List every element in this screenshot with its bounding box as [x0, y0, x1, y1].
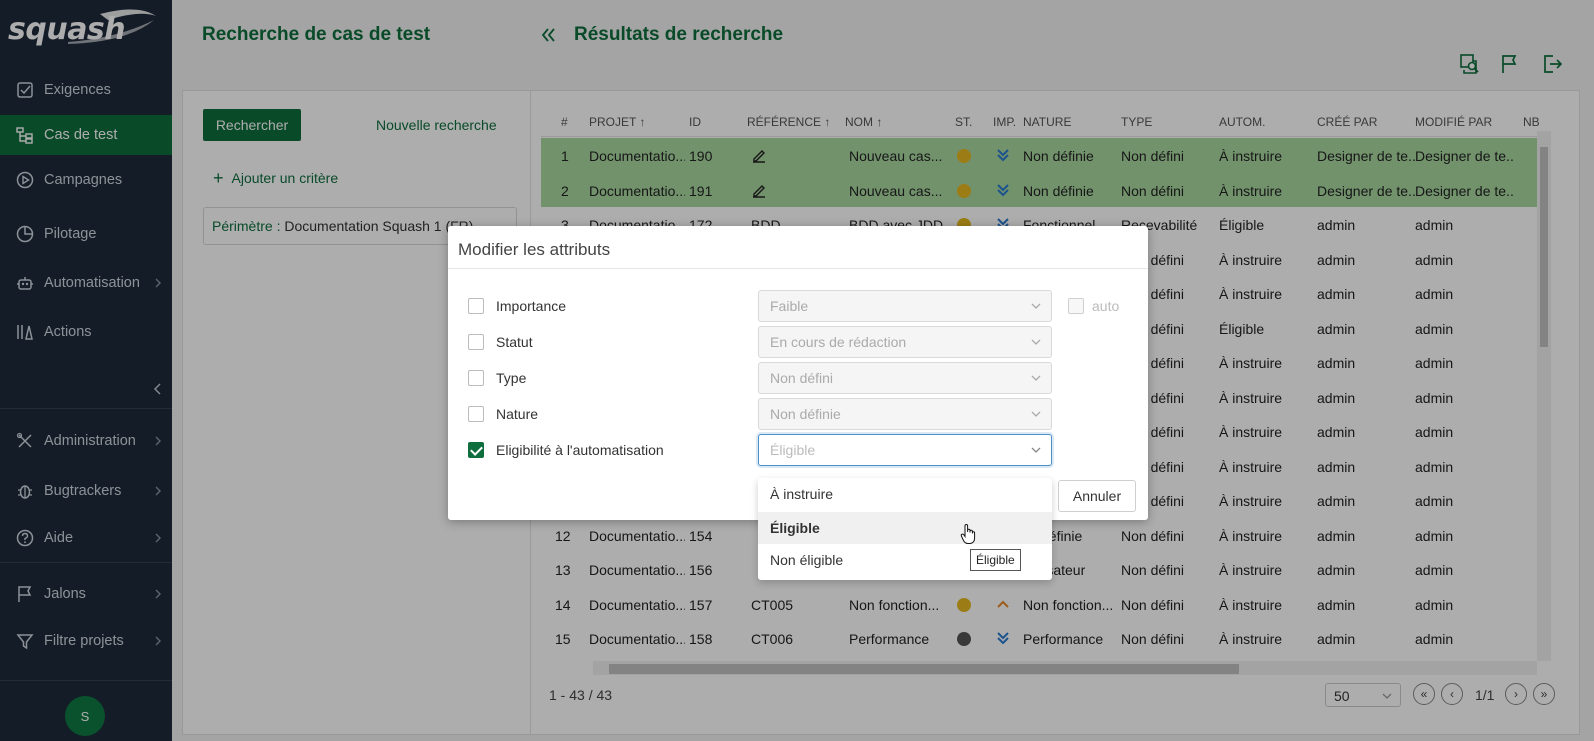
auto-label: auto: [1092, 298, 1120, 314]
field-eligibilite: Eligibilité à l'automatisation Éligible: [468, 434, 1108, 466]
chevron-down-icon: [1031, 447, 1041, 453]
importance-value: Faible: [770, 298, 809, 314]
modify-attributes-dialog: Modifier les attributs Importance Faible…: [448, 226, 1148, 520]
eligibilite-value: Éligible: [770, 442, 816, 458]
statut-label: Statut: [496, 334, 533, 350]
dialog-divider: [448, 268, 1148, 269]
option-a-instruire[interactable]: À instruire: [758, 478, 1052, 510]
type-select[interactable]: Non défini: [758, 362, 1052, 394]
statut-checkbox[interactable]: [468, 334, 484, 350]
eligibilite-select[interactable]: Éligible: [758, 434, 1052, 466]
field-statut: Statut En cours de rédaction: [468, 326, 1108, 358]
nature-value: Non définie: [770, 406, 841, 422]
nature-checkbox[interactable]: [468, 406, 484, 422]
chevron-down-icon: [1031, 339, 1041, 345]
field-nature: Nature Non définie: [468, 398, 1108, 430]
auto-checkbox[interactable]: [1068, 298, 1084, 314]
chevron-down-icon: [1031, 303, 1041, 309]
field-importance: Importance Faible auto: [468, 290, 1119, 322]
nature-select[interactable]: Non définie: [758, 398, 1052, 430]
field-type: Type Non défini: [468, 362, 1108, 394]
type-checkbox[interactable]: [468, 370, 484, 386]
statut-select[interactable]: En cours de rédaction: [758, 326, 1052, 358]
importance-checkbox[interactable]: [468, 298, 484, 314]
option-eligible[interactable]: Éligible: [758, 512, 1052, 544]
eligibilite-label: Eligibilité à l'automatisation: [496, 442, 664, 458]
importance-label: Importance: [496, 298, 567, 314]
type-value: Non défini: [770, 370, 834, 386]
eligibilite-checkbox[interactable]: [468, 442, 484, 458]
chevron-down-icon: [1031, 375, 1041, 381]
importance-select[interactable]: Faible: [758, 290, 1052, 322]
nature-label: Nature: [496, 406, 539, 422]
statut-value: En cours de rédaction: [770, 334, 907, 350]
chevron-down-icon: [1031, 411, 1041, 417]
dialog-title: Modifier les attributs: [458, 240, 611, 259]
hand-cursor-icon: [960, 523, 976, 544]
type-label: Type: [496, 370, 527, 386]
tooltip: Éligible: [970, 549, 1021, 571]
cancel-button[interactable]: Annuler: [1058, 480, 1136, 512]
